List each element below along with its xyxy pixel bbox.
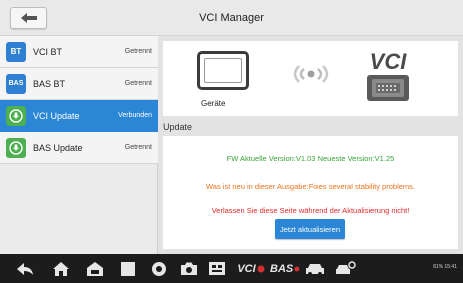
car-home-icon[interactable] [84,258,106,279]
page-title: VCI Manager [199,12,264,24]
update-panel: FW Aktuelle Version:V1.03 Neueste Versio… [163,136,458,249]
sidebar-item-label: VCI Update [33,110,80,121]
bt-badge-icon: BT [6,41,26,62]
bottom-nav-bar: VCI BAS 81% 15:41 [0,254,463,283]
svg-text:VCI: VCI [370,49,408,74]
device-panel: Geräte VCI [163,41,458,116]
arrow-left-icon [20,13,37,23]
release-notes-text: Was ist neu in dieser Ausgabe:Fixes seve… [206,182,415,191]
sidebar-item-label: BAS Update [33,142,83,153]
wireless-signal-icon [293,65,329,83]
camera-icon[interactable] [178,258,200,279]
sidebar-item-label: VCI BT [33,46,63,57]
connection-status: Verbunden [118,112,152,119]
browser-icon[interactable] [148,258,170,279]
sidebar-item-bas-update[interactable]: BAS Update Getrennt [0,132,158,164]
update-section-heading: Update [163,122,193,132]
vci-shortcut-icon[interactable]: VCI [236,258,266,279]
home-icon[interactable] [50,258,72,279]
sidebar-item-bas-bt[interactable]: BAS BAS BT Getrennt [0,68,158,100]
connection-status: Getrennt [124,80,152,87]
screen-record-icon[interactable] [206,258,228,279]
device-label: Geräte [201,99,226,108]
bas-shortcut-icon[interactable]: BAS [270,258,300,279]
sidebar-item-vci-bt[interactable]: BT VCI BT Getrennt [0,36,158,68]
back-button[interactable] [10,7,47,29]
connection-status: Getrennt [124,144,152,151]
title-bar: VCI Manager [0,0,463,36]
tablet-icon [197,51,249,90]
sidebar-item-label: BAS BT [33,78,66,89]
car-settings-icon[interactable] [334,258,358,279]
download-icon [6,105,26,126]
sidebar: BT VCI BT Getrennt BAS BAS BT Getrennt V… [0,36,158,254]
download-icon [6,137,26,158]
connection-status: Getrennt [124,48,152,55]
recent-apps-icon[interactable] [117,258,139,279]
sidebar-item-vci-update[interactable]: VCI Update Verbunden [0,100,158,132]
bas-badge-icon: BAS [6,73,26,94]
update-now-button[interactable]: Jetzt aktualisieren [275,219,345,239]
vehicle-icon[interactable] [304,258,326,279]
warning-text: Verlassen Sie diese Seite während der Ak… [211,206,410,215]
system-status-text: 81% 15:41 [433,264,457,270]
vci-device-icon: VCI [367,49,409,101]
back-arrow-icon[interactable] [14,258,36,279]
content-area: BT VCI BT Getrennt BAS BAS BT Getrennt V… [0,36,463,254]
firmware-version-text: FW Aktuelle Version:V1.03 Neueste Versio… [226,154,395,163]
